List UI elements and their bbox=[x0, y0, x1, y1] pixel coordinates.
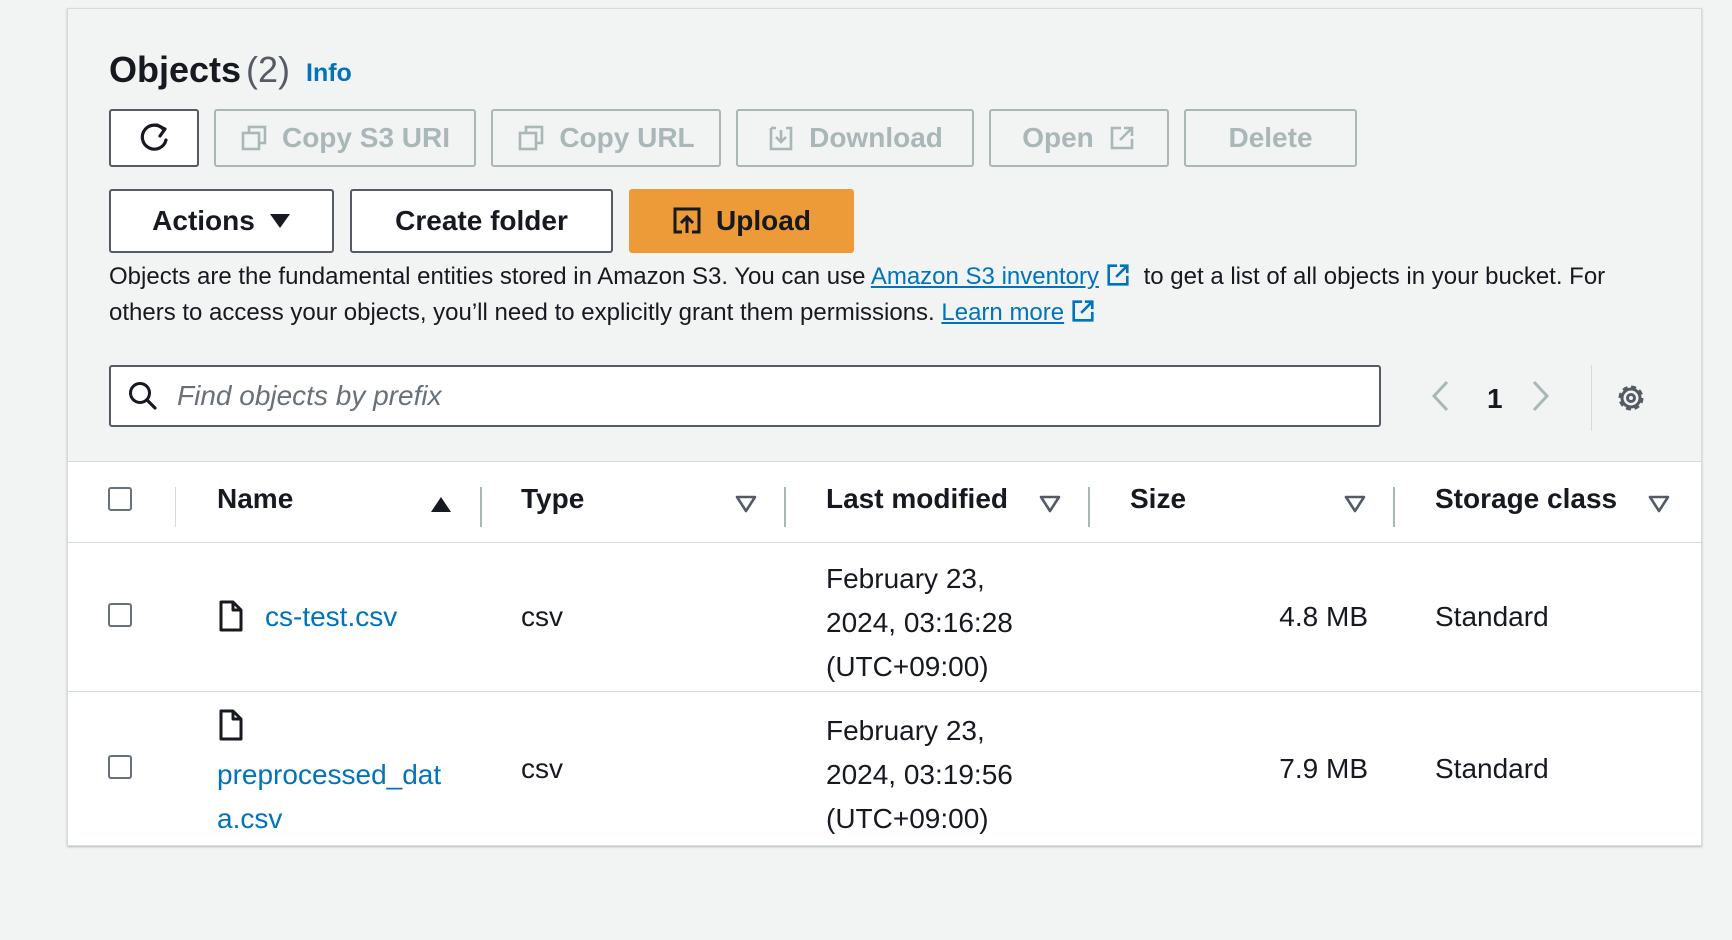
page-title: Objects bbox=[109, 49, 242, 90]
file-icon bbox=[219, 709, 243, 741]
external-link-icon bbox=[1070, 298, 1096, 333]
object-storage-class: Standard bbox=[1435, 753, 1549, 784]
caret-down-icon bbox=[269, 214, 290, 228]
upload-label: Upload bbox=[716, 205, 811, 236]
row-checkbox[interactable] bbox=[108, 603, 132, 627]
delete-button[interactable]: Delete bbox=[1184, 109, 1357, 167]
objects-description: Objects are the fundamental entities sto… bbox=[109, 261, 1669, 333]
sort-descending-icon[interactable] bbox=[735, 495, 757, 513]
info-link[interactable]: Info bbox=[306, 59, 352, 88]
column-separator[interactable] bbox=[784, 487, 786, 527]
refresh-icon bbox=[140, 123, 168, 151]
delete-label: Delete bbox=[1228, 122, 1313, 153]
copy-s3-uri-label: Copy S3 URI bbox=[281, 122, 451, 153]
object-name-link[interactable]: preprocessed_dat a.csv bbox=[217, 753, 441, 841]
copy-icon bbox=[241, 125, 267, 151]
object-last-modified: February 23, 2024, 03:19:56 (UTC+09:00) bbox=[826, 709, 1013, 841]
object-name-line: a.csv bbox=[217, 803, 283, 834]
select-all-checkbox[interactable] bbox=[108, 487, 132, 511]
last-modified-timezone: (UTC+09:00) bbox=[826, 651, 989, 682]
create-folder-button[interactable]: Create folder bbox=[350, 189, 613, 253]
last-modified-date: February 23, bbox=[826, 715, 985, 746]
refresh-button[interactable] bbox=[109, 109, 199, 167]
object-size: 7.9 MB bbox=[1279, 753, 1368, 784]
column-header-name[interactable]: Name bbox=[217, 483, 293, 515]
copy-url-label: Copy URL bbox=[559, 122, 695, 153]
object-storage-class: Standard bbox=[1435, 601, 1549, 632]
object-last-modified: February 23, 2024, 03:16:28 (UTC+09:00) bbox=[826, 557, 1013, 689]
last-modified-timezone: (UTC+09:00) bbox=[826, 803, 989, 834]
column-header-last-modified[interactable]: Last modified bbox=[826, 483, 1008, 515]
object-name-line: preprocessed_dat bbox=[217, 759, 442, 790]
external-link-icon bbox=[1105, 262, 1131, 297]
create-folder-label: Create folder bbox=[395, 205, 568, 236]
object-type: csv bbox=[521, 601, 563, 632]
search-field[interactable] bbox=[109, 365, 1381, 427]
column-separator bbox=[175, 487, 176, 527]
table-preferences-button[interactable] bbox=[1614, 381, 1648, 420]
object-name-link[interactable]: cs-test.csv bbox=[265, 601, 397, 633]
external-link-icon bbox=[1110, 126, 1134, 150]
last-modified-date: February 23, bbox=[826, 563, 985, 594]
download-label: Download bbox=[809, 122, 943, 153]
last-modified-time: 2024, 03:16:28 bbox=[826, 607, 1013, 638]
chevron-left-icon bbox=[1431, 380, 1449, 412]
gear-icon bbox=[1618, 385, 1644, 411]
download-button[interactable]: Download bbox=[736, 109, 974, 167]
copy-url-button[interactable]: Copy URL bbox=[491, 109, 721, 167]
row-checkbox[interactable] bbox=[108, 755, 132, 779]
description-text-1: Objects are the fundamental entities sto… bbox=[109, 263, 871, 290]
search-input[interactable] bbox=[175, 379, 1379, 413]
upload-icon bbox=[673, 207, 701, 234]
column-header-size[interactable]: Size bbox=[1130, 483, 1186, 515]
column-header-storage-class[interactable]: Storage class bbox=[1435, 483, 1617, 515]
pagination-divider bbox=[1591, 365, 1592, 431]
upload-button[interactable]: Upload bbox=[629, 189, 854, 253]
object-type: csv bbox=[521, 753, 563, 784]
sort-descending-icon[interactable] bbox=[1039, 495, 1061, 513]
sort-descending-icon[interactable] bbox=[1344, 495, 1366, 513]
column-separator[interactable] bbox=[1088, 487, 1090, 527]
file-icon bbox=[219, 600, 243, 632]
actions-dropdown[interactable]: Actions bbox=[109, 189, 334, 253]
next-page-button[interactable] bbox=[1530, 379, 1552, 418]
previous-page-button[interactable] bbox=[1429, 379, 1451, 418]
column-separator[interactable] bbox=[1393, 487, 1395, 527]
sort-ascending-icon[interactable] bbox=[430, 495, 452, 513]
search-icon bbox=[129, 382, 157, 410]
objects-panel: Objects (2) Info Copy S3 URI Copy URL Do… bbox=[67, 8, 1702, 846]
object-count: (2) bbox=[246, 49, 290, 90]
last-modified-time: 2024, 03:19:56 bbox=[826, 759, 1013, 790]
download-icon bbox=[769, 126, 793, 151]
s3-inventory-link[interactable]: Amazon S3 inventory bbox=[871, 263, 1099, 290]
column-header-type[interactable]: Type bbox=[521, 483, 584, 515]
copy-icon bbox=[519, 125, 544, 151]
chevron-right-icon bbox=[1532, 380, 1550, 412]
learn-more-link[interactable]: Learn more bbox=[941, 299, 1064, 326]
sort-descending-icon[interactable] bbox=[1648, 495, 1670, 513]
copy-s3-uri-button[interactable]: Copy S3 URI bbox=[214, 109, 476, 167]
object-size: 4.8 MB bbox=[1279, 601, 1368, 632]
open-label: Open bbox=[1022, 122, 1094, 153]
column-separator[interactable] bbox=[480, 487, 482, 527]
open-button[interactable]: Open bbox=[989, 109, 1169, 167]
actions-label: Actions bbox=[152, 205, 255, 236]
current-page[interactable]: 1 bbox=[1487, 383, 1503, 415]
